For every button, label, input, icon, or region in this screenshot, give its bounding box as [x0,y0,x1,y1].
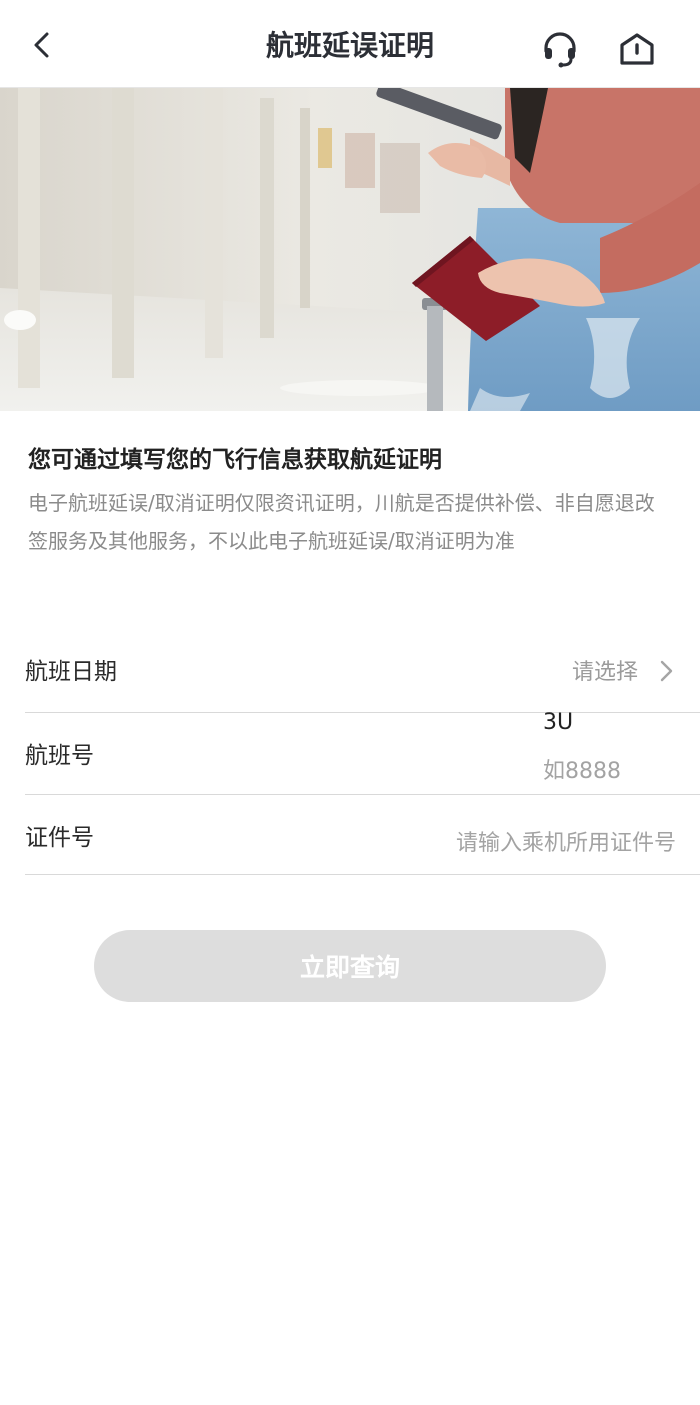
flight-date-picker[interactable]: 请选择 [572,654,638,686]
intro-title: 您可通过填写您的飞行信息获取航延证明 [28,447,442,473]
headset-icon [544,32,576,68]
id-number-label: 证件号 [25,825,94,851]
query-button[interactable]: 立即查询 [94,930,606,1002]
id-number-row: 证件号 [25,794,700,875]
id-number-input[interactable] [376,828,676,858]
flight-number-label: 航班号 [25,743,94,769]
customer-service-button[interactable] [540,29,580,69]
intro-description: 电子航班延误/取消证明仅限资讯证明，川航是否提供补偿、非自愿退改签服务及其他服务… [28,491,655,553]
flight-number-input[interactable] [543,756,693,786]
flight-date-label: 航班日期 [25,659,117,685]
page-title: 航班延误证明 [265,29,434,62]
home-icon [620,33,654,65]
airline-code-prefix: 3U [543,710,574,735]
home-button[interactable] [617,30,657,68]
hero-image [0,88,700,411]
flight-number-row: 航班号 3U [25,710,700,795]
chevron-right-icon [660,660,673,682]
top-nav-bar: 航班延误证明 [0,0,700,88]
flight-date-row[interactable]: 航班日期 请选择 [25,630,700,713]
